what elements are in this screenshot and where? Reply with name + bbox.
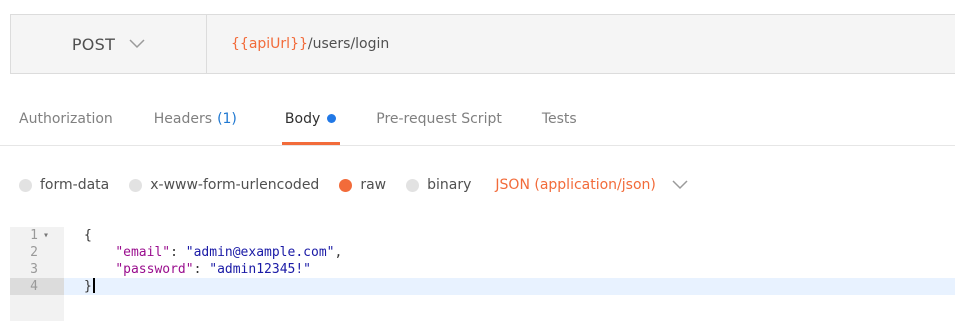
code-text: "password": "admin12345!" [84,261,311,278]
radio-label: form-data [40,177,110,193]
json-key: "email" [115,245,171,260]
json-string: "admin@example.com" [185,245,335,260]
json-separator: : [170,245,186,260]
line-number: 4 [10,278,64,295]
raw-format-label: JSON (application/json) [495,177,656,193]
radio-button-icon [19,178,32,192]
radio-button-selected-icon [339,178,353,192]
modified-dot-icon [327,114,337,123]
tab-pre-request-script[interactable]: Pre-request Script [376,92,502,145]
tab-label: Body [284,110,321,127]
json-separator: : [193,262,210,277]
code-line: 2 "email": "admin@example.com", [10,244,955,261]
chevron-down-icon [672,180,688,190]
json-brace: } [84,279,92,294]
request-url-bar: POST {{apiUrl}}/users/login [10,14,955,74]
code-text: "email": "admin@example.com", [84,244,342,261]
code-line: 3 "password": "admin12345!" [10,261,955,278]
tab-label: Authorization [19,110,113,127]
code-line: 1 ▾ { [10,227,955,244]
json-comma: , [334,245,343,260]
fold-arrow-icon[interactable]: ▾ [43,227,49,244]
method-label: POST [71,34,116,54]
chevron-down-icon [129,39,145,49]
tab-label: Tests [541,110,577,127]
tab-label: Headers [153,110,213,127]
radio-button-icon [129,178,143,192]
url-variable: {{apiUrl}} [231,36,308,52]
code-text: } [84,278,95,295]
url-input[interactable]: {{apiUrl}}/users/login [207,15,389,73]
method-select[interactable]: POST [11,15,207,73]
radio-label: binary [427,177,472,193]
code-line-active: 4 } [10,278,955,295]
line-number: 1 [30,228,38,243]
radio-label: raw [360,177,387,193]
code-text: { [84,228,92,243]
body-type-selector: form-data x-www-form-urlencoded raw bina… [19,171,688,199]
radio-button-icon [406,178,420,192]
tab-body[interactable]: Body [281,92,341,145]
tab-headers[interactable]: Headers (1) [154,92,237,145]
tab-authorization[interactable]: Authorization [19,92,113,145]
body-code-editor[interactable]: 1 ▾ { 2 "email": "admin@example.com", 3 … [10,227,955,321]
radio-x-www-form-urlencoded[interactable]: x-www-form-urlencoded [129,177,319,193]
line-number: 3 [30,262,38,277]
tab-divider [0,145,955,146]
headers-count-badge: (1) [217,110,237,127]
request-tabs: Authorization Headers (1) Body Pre-reque… [0,92,955,145]
url-path: /users/login [307,36,390,52]
tab-label: Pre-request Script [376,110,502,127]
radio-form-data[interactable]: form-data [19,177,109,193]
json-string: "admin12345!" [209,262,311,277]
radio-raw[interactable]: raw [339,177,386,193]
json-key: "password" [115,262,194,277]
text-cursor [92,278,95,293]
tab-tests[interactable]: Tests [542,92,577,145]
line-number: 2 [30,245,38,260]
radio-label: x-www-form-urlencoded [150,177,320,193]
raw-format-select[interactable]: JSON (application/json) [495,177,688,193]
radio-binary[interactable]: binary [406,177,471,193]
